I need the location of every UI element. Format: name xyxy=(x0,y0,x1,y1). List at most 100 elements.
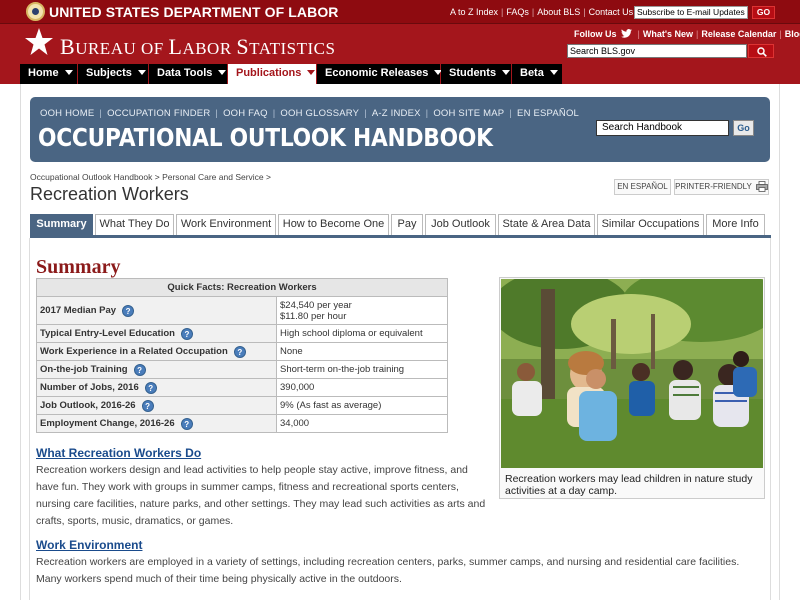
ooh-home-link[interactable]: OOH HOME xyxy=(40,108,94,119)
bls-search-button[interactable] xyxy=(748,44,774,58)
help-icon[interactable]: ? xyxy=(133,363,146,376)
table-row: Typical Entry-Level Education? High scho… xyxy=(36,324,448,343)
en-espanol-link[interactable]: EN ESPAÑOL xyxy=(517,108,579,119)
help-icon[interactable]: ? xyxy=(141,399,154,412)
fact-value: 9% (As fast as average) xyxy=(276,396,448,415)
chevron-down-icon xyxy=(218,70,227,75)
help-icon[interactable]: ? xyxy=(180,327,193,340)
table-row: Job Outlook, 2016-26? 9% (As fast as ave… xyxy=(36,396,448,415)
tab-what-they-do[interactable]: What They Do xyxy=(95,214,174,235)
quick-facts-table: Quick Facts: Recreation Workers 2017 Med… xyxy=(36,278,448,433)
dol-seal-logo[interactable] xyxy=(26,2,45,21)
occupation-finder-link[interactable]: OCCUPATION FINDER xyxy=(107,108,210,119)
dol-top-bar: UNITED STATES DEPARTMENT OF LABOR A to Z… xyxy=(0,0,800,24)
bls-star-icon[interactable] xyxy=(24,27,54,57)
ooh-nav: OOH HOME | OCCUPATION FINDER | OOH FAQ | OOH G… xyxy=(40,108,580,119)
tab-job-outlook[interactable]: Job Outlook xyxy=(425,214,496,235)
table-row: On-the-job Training? Short-term on-the-j… xyxy=(36,360,448,379)
fact-value: 34,000 xyxy=(276,414,448,433)
follow-us-label: Follow Us xyxy=(574,29,617,39)
fact-label: Number of Jobs, 2016 xyxy=(40,381,139,393)
panel-border xyxy=(770,238,771,600)
help-icon[interactable]: ? xyxy=(144,381,157,394)
email-subscribe-input[interactable]: Subscribe to E-mail Updates xyxy=(634,6,748,19)
fact-label: On-the-job Training xyxy=(40,363,128,375)
what-they-do-link[interactable]: What Recreation Workers Do xyxy=(36,446,201,460)
photo-box: Recreation workers may lead children in … xyxy=(499,277,765,499)
page-title: Recreation Workers xyxy=(30,184,189,204)
help-icon[interactable]: ? xyxy=(233,345,246,358)
work-environment-link[interactable]: Work Environment xyxy=(36,538,142,552)
whats-new-link[interactable]: What's New xyxy=(643,29,693,39)
printer-icon xyxy=(756,181,768,192)
help-icon[interactable]: ? xyxy=(122,304,135,317)
bls-search-input[interactable]: Search BLS.gov xyxy=(567,44,747,58)
fact-label: Typical Entry-Level Education xyxy=(40,327,175,339)
recreation-workers-photo xyxy=(501,279,763,468)
chevron-down-icon xyxy=(64,70,73,75)
fact-label: Job Outlook, 2016-26 xyxy=(40,399,136,411)
table-row: Employment Change, 2016-26? 34,000 xyxy=(36,414,448,433)
follow-links: Follow Us | What's New | Release Calendar | B… xyxy=(574,29,800,39)
fact-value: None xyxy=(276,342,448,361)
quick-facts-title: Quick Facts: Recreation Workers xyxy=(36,278,448,297)
frame-divider xyxy=(20,84,21,600)
ooh-title[interactable]: OCCUPATIONAL OUTLOOK HANDBOOK xyxy=(38,123,493,152)
fact-label: Employment Change, 2016-26 xyxy=(40,417,175,429)
chevron-down-icon xyxy=(137,70,146,75)
tab-state-area-data[interactable]: State & Area Data xyxy=(498,214,595,235)
nav-students[interactable]: Students xyxy=(441,64,511,84)
panel-border xyxy=(29,238,30,600)
fact-value: High school diploma or equivalent xyxy=(276,324,448,343)
blog-link[interactable]: Blog xyxy=(785,29,800,39)
email-go-button[interactable]: GO xyxy=(752,6,775,19)
faqs-link[interactable]: FAQs xyxy=(506,7,529,17)
main-nav: Home Subjects Data Tools Publications Ec… xyxy=(0,64,800,84)
tab-work-environment[interactable]: Work Environment xyxy=(176,214,276,235)
summary-heading: Summary xyxy=(36,256,121,278)
en-espanol-button[interactable]: EN ESPAÑOL xyxy=(614,179,671,195)
tab-similar-occupations[interactable]: Similar Occupations xyxy=(597,214,704,235)
ooh-site-map-link[interactable]: OOH SITE MAP xyxy=(433,108,504,119)
contact-us-link[interactable]: Contact Us xyxy=(589,7,634,17)
twitter-icon[interactable] xyxy=(621,29,632,38)
release-calendar-link[interactable]: Release Calendar xyxy=(701,29,776,39)
photo-caption: Recreation workers may lead children in … xyxy=(505,473,753,497)
nav-data-tools[interactable]: Data Tools xyxy=(149,64,227,84)
fact-value: $24,540 per year xyxy=(280,299,352,311)
breadcrumb: Occupational Outlook Handbook > Personal… xyxy=(30,172,271,182)
table-row: 2017 Median Pay? $24,540 per year $11.80 … xyxy=(36,296,448,325)
printer-friendly-button[interactable]: PRINTER-FRIENDLY xyxy=(674,179,769,195)
tab-how-to-become-one[interactable]: How to Become One xyxy=(278,214,389,235)
about-bls-link[interactable]: About BLS xyxy=(537,7,580,17)
tab-summary[interactable]: Summary xyxy=(30,214,93,235)
ooh-faq-link[interactable]: OOH FAQ xyxy=(223,108,268,119)
fact-value: Short-term on-the-job training xyxy=(276,360,448,379)
tab-pay[interactable]: Pay xyxy=(391,214,423,235)
help-icon[interactable]: ? xyxy=(180,417,193,430)
fact-value: 390,000 xyxy=(276,378,448,397)
dol-name[interactable]: UNITED STATES DEPARTMENT OF LABOR xyxy=(49,4,339,20)
chevron-down-icon xyxy=(502,70,511,75)
tab-more-info[interactable]: More Info xyxy=(706,214,765,235)
nav-subjects[interactable]: Subjects xyxy=(78,64,148,84)
fact-label: Work Experience in a Related Occupation xyxy=(40,345,228,357)
handbook-search-input[interactable]: Search Handbook xyxy=(596,120,729,136)
a-to-z-link[interactable]: A to Z Index xyxy=(450,7,498,17)
work-environment-text: Recreation workers are employed in a var… xyxy=(36,556,740,585)
bls-logo-title[interactable]: BUREAU OF LABOR STATISTICS xyxy=(60,34,335,60)
a-z-index-link[interactable]: A-Z INDEX xyxy=(372,108,421,119)
utility-links: A to Z Index | FAQs | About BLS | Contact Us xyxy=(450,7,634,17)
chevron-down-icon xyxy=(549,70,558,75)
frame-divider xyxy=(779,84,780,600)
breadcrumb-ooh[interactable]: Occupational Outlook Handbook xyxy=(30,172,152,182)
nav-beta[interactable]: Beta xyxy=(512,64,562,84)
handbook-go-button[interactable]: Go xyxy=(733,120,754,136)
search-icon xyxy=(757,47,767,57)
nav-economic-releases[interactable]: Economic Releases xyxy=(317,64,443,84)
nav-home[interactable]: Home xyxy=(20,64,77,84)
breadcrumb-personal-care[interactable]: Personal Care and Service xyxy=(162,172,264,182)
ooh-glossary-link[interactable]: OOH GLOSSARY xyxy=(280,108,359,119)
table-row: Work Experience in a Related Occupation?… xyxy=(36,342,448,361)
nav-publications[interactable]: Publications xyxy=(228,64,316,84)
